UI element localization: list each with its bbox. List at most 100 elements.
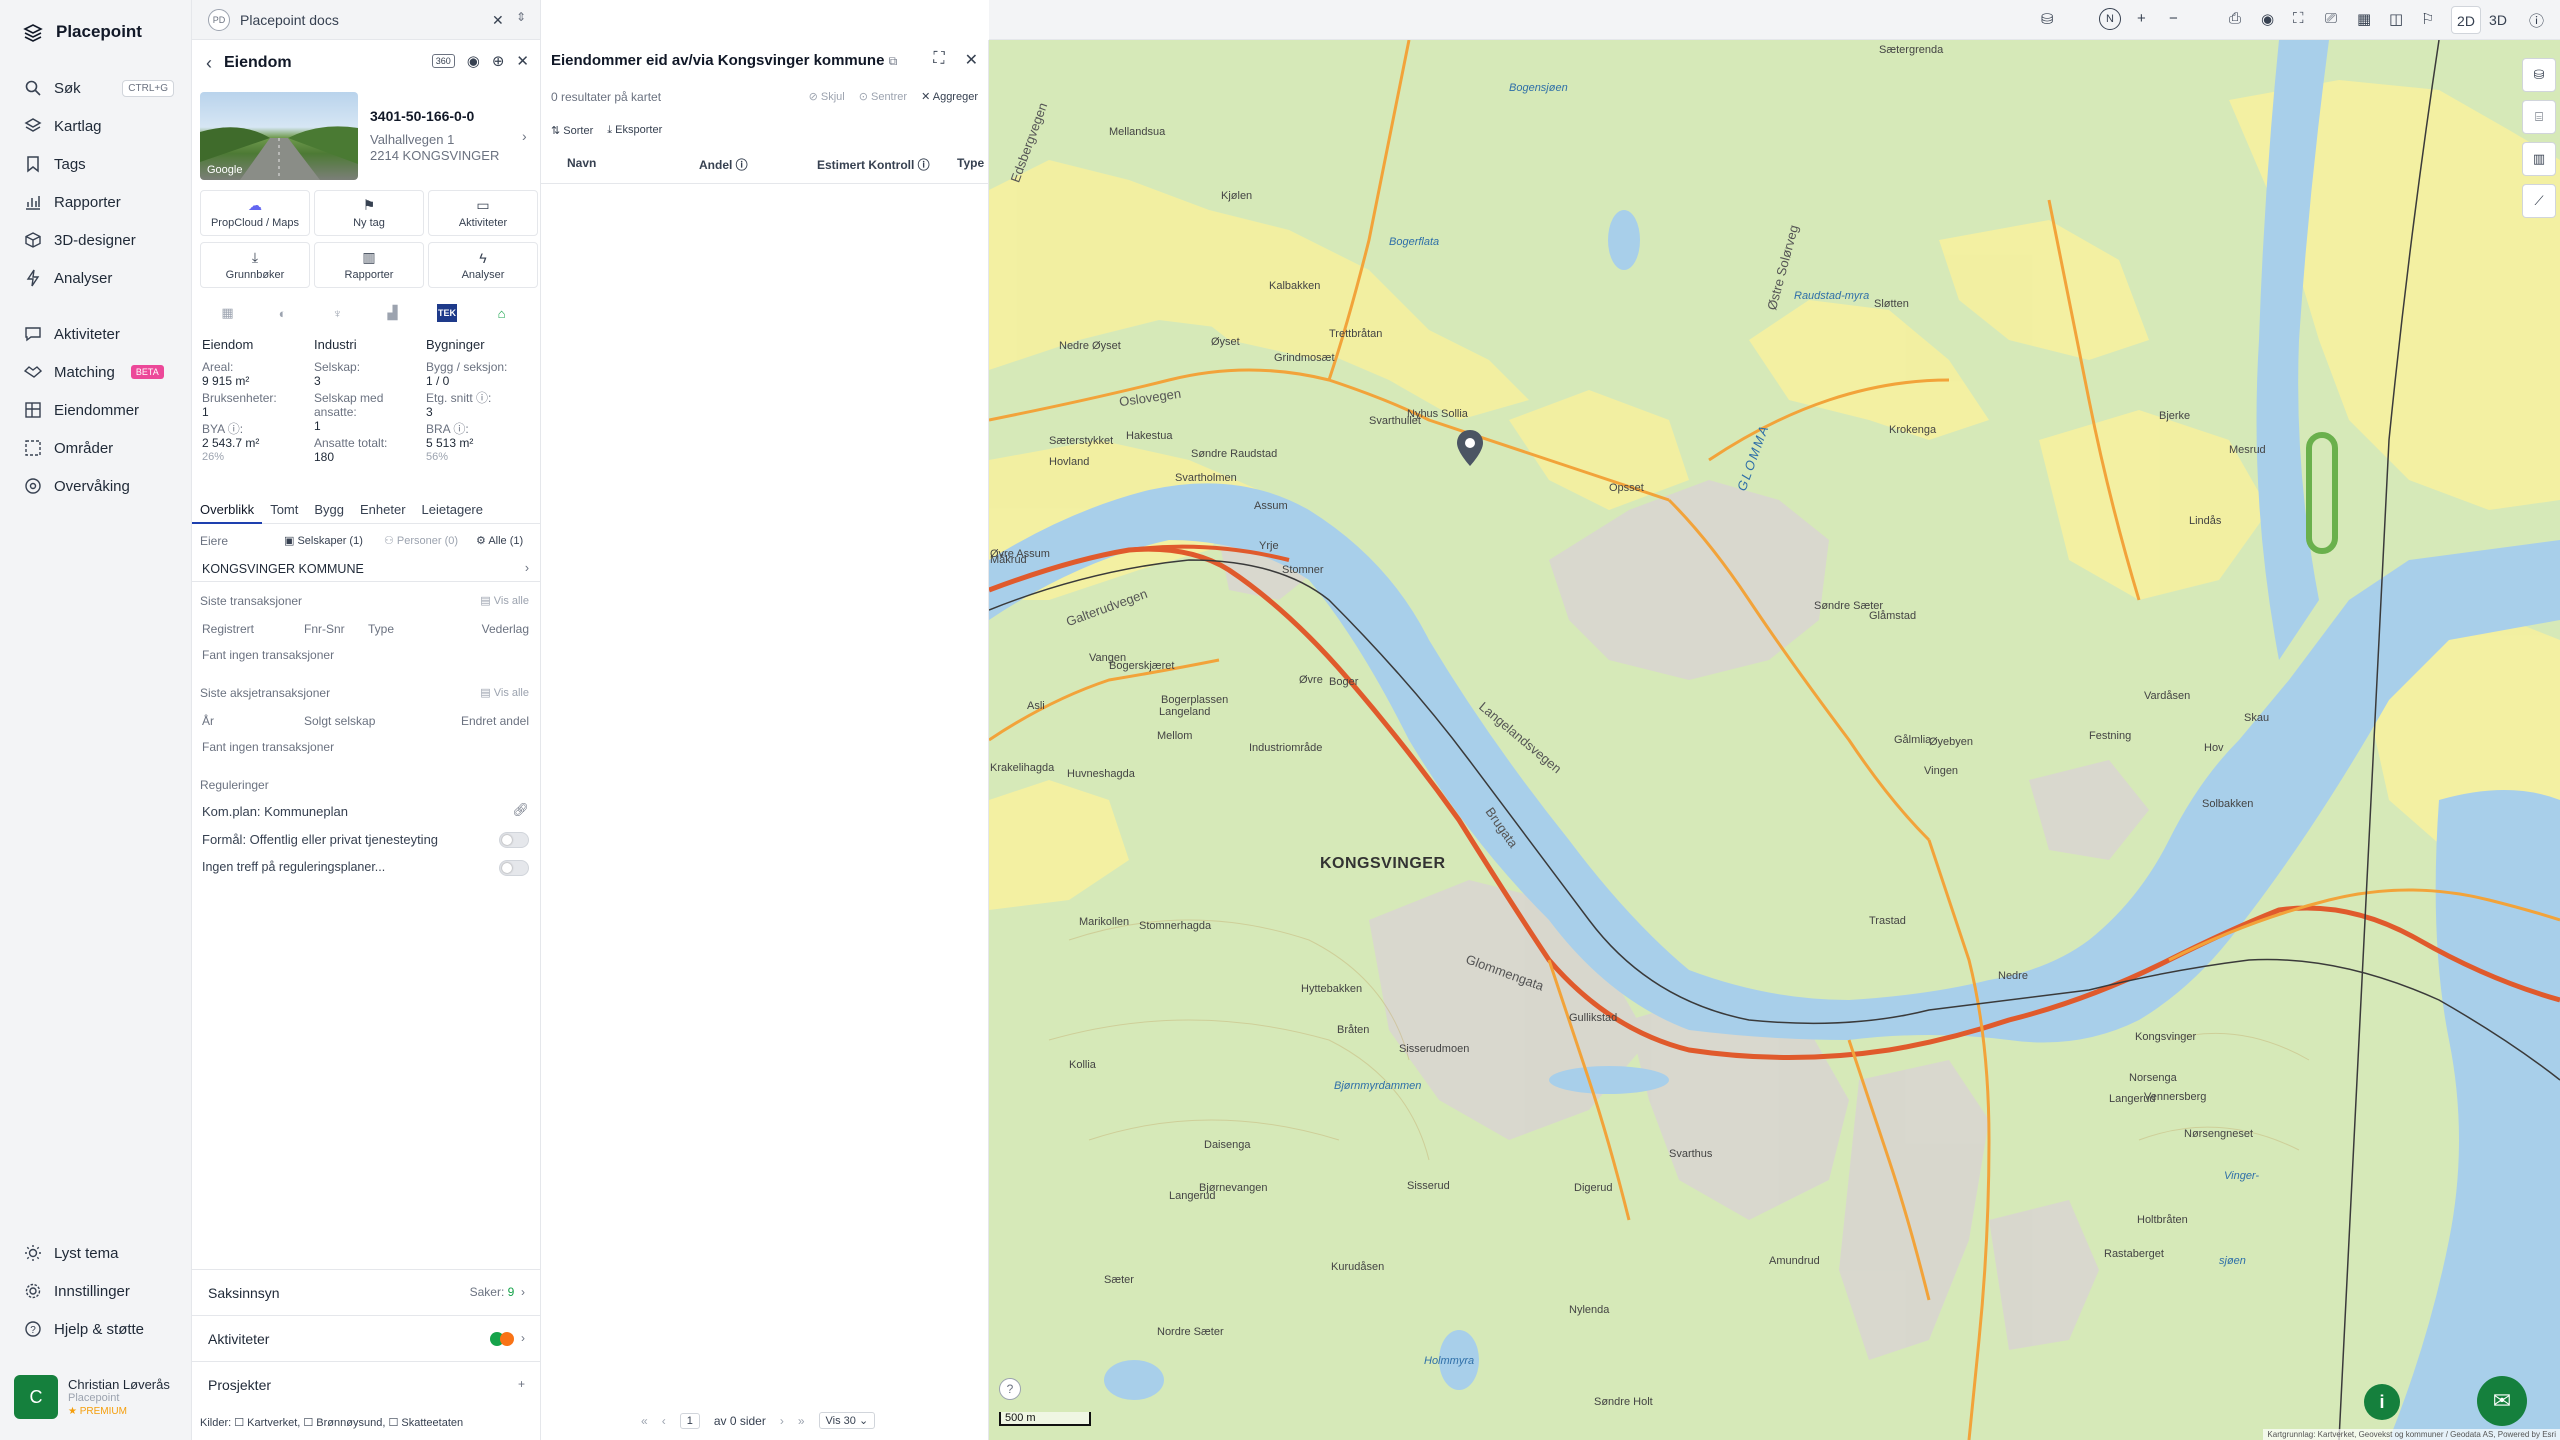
property-marker[interactable]: [1457, 430, 1483, 466]
nav-item-search[interactable]: Søk CTRL+G: [14, 72, 180, 104]
close-icon[interactable]: ✕: [492, 12, 504, 29]
app-brand[interactable]: Placepoint: [22, 20, 142, 44]
nav-item-kartlag[interactable]: Kartlag: [14, 110, 180, 142]
prev-page-icon[interactable]: ‹: [662, 1414, 666, 1428]
camera-icon[interactable]: ⎚: [2325, 10, 2337, 27]
compass-button[interactable]: N: [2099, 8, 2121, 30]
last-page-icon[interactable]: »: [798, 1414, 805, 1428]
nav-item-eiendommer[interactable]: Eiendommer: [14, 394, 180, 426]
see-all-link[interactable]: ▤ Vis alle: [480, 594, 529, 607]
nav-item-3d-designer[interactable]: 3D-designer: [14, 224, 180, 256]
tab-enheter[interactable]: Enheter: [352, 500, 414, 524]
link-icon[interactable]: 🔗︎: [512, 802, 529, 818]
center-button[interactable]: ⊙ Sentrer: [859, 90, 907, 103]
factory-icon[interactable]: ♆: [310, 306, 365, 321]
nav-item-rapporter[interactable]: Rapporter: [14, 186, 180, 218]
info-icon[interactable]: ⓘ: [2529, 10, 2544, 31]
bookmark-icon[interactable]: ⚐: [2421, 10, 2434, 28]
saksinnsyn-accordion[interactable]: Saksinnsyn Saker: 9 ›: [192, 1269, 540, 1315]
filter-all[interactable]: ⚙ Alle (1): [476, 534, 523, 547]
back-arrow-icon[interactable]: ‹: [206, 53, 212, 74]
first-page-icon[interactable]: «: [641, 1414, 648, 1428]
globe-icon[interactable]: ◐: [255, 306, 310, 321]
page-input[interactable]: 1: [679, 1412, 700, 1429]
see-all-link[interactable]: ▤ Vis alle: [480, 686, 529, 699]
user-profile[interactable]: C Christian Løverås Placepoint ★ PREMIUM: [14, 1372, 184, 1422]
nav-item-omrader[interactable]: Områder: [14, 432, 180, 464]
tab-bygg[interactable]: Bygg: [306, 500, 352, 524]
grunnboker-button[interactable]: ⤓ Grunnbøker: [200, 242, 310, 288]
filter-companies[interactable]: ▣ Selskaper (1): [284, 534, 363, 547]
column-header-navn[interactable]: Navn: [567, 156, 596, 170]
layers-icon[interactable]: ⛁: [2041, 10, 2054, 28]
tab-leietagere[interactable]: Leietagere: [414, 500, 491, 524]
beta-badge: BETA: [130, 365, 164, 379]
reports-button[interactable]: ▥ Rapporter: [314, 242, 424, 288]
nav-item-help[interactable]: ? Hjelp & støtte: [14, 1313, 180, 1345]
new-tag-button[interactable]: ⚑ Ny tag: [314, 190, 424, 236]
aggregate-button[interactable]: ✕ Aggreger: [921, 90, 978, 103]
target-icon[interactable]: ⊕: [492, 52, 505, 70]
view-360-button[interactable]: 360: [431, 54, 455, 68]
workspace-name[interactable]: Placepoint docs: [240, 12, 339, 28]
info-button[interactable]: i: [2364, 1384, 2400, 1420]
tek-badge[interactable]: TEK: [437, 304, 457, 322]
map-place-label: Øvre: [1299, 674, 1323, 686]
bars-icon[interactable]: ▟: [365, 305, 420, 321]
nav-item-aktiviteter[interactable]: Aktiviteter: [14, 318, 180, 350]
nav-item-analyser[interactable]: Analyser: [14, 262, 180, 294]
tab-tomt[interactable]: Tomt: [262, 500, 306, 524]
prosjekter-accordion[interactable]: Prosjekter +: [192, 1361, 540, 1407]
propcloud-button[interactable]: ☁ PropCloud / Maps: [200, 190, 310, 236]
tab-overblikk[interactable]: Overblikk: [192, 500, 263, 524]
zoom-in-icon[interactable]: +: [2137, 10, 2146, 27]
column-header-type[interactable]: Type: [957, 156, 984, 170]
split-view-icon[interactable]: ◫: [2389, 10, 2403, 28]
aktiviteter-accordion[interactable]: Aktiviteter ›: [192, 1315, 540, 1361]
chevron-right-icon[interactable]: ›: [522, 128, 527, 144]
plans-toggle[interactable]: [499, 860, 529, 876]
message-icon: ▭: [476, 197, 490, 213]
download-icon: ⤓: [251, 249, 259, 265]
print-icon[interactable]: ⎙: [2229, 10, 2241, 27]
view-3d-toggle[interactable]: 3D: [2483, 6, 2513, 34]
eye-icon[interactable]: ◉: [2261, 10, 2274, 28]
close-icon[interactable]: ✕: [965, 50, 978, 70]
green-house-icon[interactable]: ⌂: [474, 306, 529, 321]
nav-item-settings[interactable]: Innstillinger: [14, 1275, 180, 1307]
view-2d-toggle[interactable]: 2D: [2451, 6, 2481, 34]
nav-item-theme[interactable]: Lyst tema: [14, 1237, 180, 1269]
column-header-andel[interactable]: Andel ⓘ: [699, 156, 748, 173]
close-icon[interactable]: ✕: [516, 52, 529, 70]
page-size-select[interactable]: Vis 30 ⌄: [818, 1412, 876, 1429]
sort-button[interactable]: ⇅ Sorter: [551, 124, 593, 137]
hide-button[interactable]: ⊘ Skjul: [809, 90, 845, 103]
street-view-photo[interactable]: Google: [200, 92, 358, 180]
nav-item-overvaking[interactable]: Overvåking: [14, 470, 180, 502]
analyses-button[interactable]: ϟ Analyser: [428, 242, 538, 288]
nav-item-tags[interactable]: Tags: [14, 148, 180, 180]
measure-icon[interactable]: ⌸: [2522, 100, 2556, 134]
export-button[interactable]: ⤓ Eksporter: [607, 124, 662, 137]
chevron-updown-icon[interactable]: ⇕: [516, 10, 526, 24]
column-header-kontroll[interactable]: Estimert Kontroll ⓘ: [817, 156, 930, 173]
nav-item-matching[interactable]: Matching BETA: [14, 356, 180, 388]
purpose-toggle[interactable]: [499, 832, 529, 848]
expand-icon[interactable]: ⛶: [933, 50, 944, 70]
filter-persons[interactable]: ⚇ Personer (0): [384, 534, 458, 547]
grid-view-icon[interactable]: ▦: [2357, 10, 2371, 28]
chat-button[interactable]: ✉: [2477, 1376, 2527, 1426]
map-canvas[interactable]: KONGSVINGER GLOMMA Oslovegen Galterudveg…: [989, 40, 2560, 1440]
help-icon[interactable]: ?: [999, 1378, 1021, 1400]
zoom-out-icon[interactable]: −: [2169, 10, 2178, 27]
chart-icon[interactable]: ▥: [2522, 142, 2556, 176]
activities-button[interactable]: ▭ Aktiviteter: [428, 190, 538, 236]
next-page-icon[interactable]: ›: [780, 1414, 784, 1428]
owner-row[interactable]: KONGSVINGER KOMMUNE ›: [192, 556, 540, 582]
layer-switch-icon[interactable]: ⛁: [2522, 58, 2556, 92]
eye-icon[interactable]: ◉: [467, 52, 480, 70]
add-project-button[interactable]: +: [518, 1377, 525, 1391]
building-icon[interactable]: ▦: [200, 305, 255, 321]
fullscreen-icon[interactable]: ⛶: [2293, 10, 2304, 27]
profile-icon[interactable]: ⟋: [2522, 184, 2556, 218]
